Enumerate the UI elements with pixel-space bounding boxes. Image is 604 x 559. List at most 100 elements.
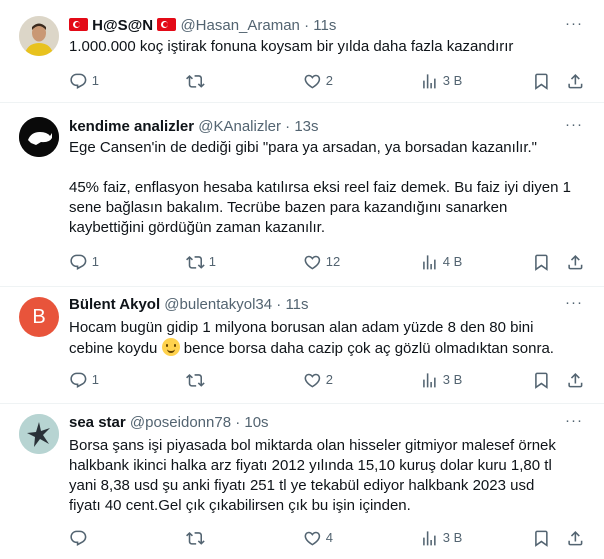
views-icon xyxy=(420,371,439,390)
avatar[interactable] xyxy=(19,16,59,56)
timestamp[interactable]: 11s xyxy=(313,17,336,34)
bookmark-button[interactable] xyxy=(532,528,551,548)
smile-emoji-icon xyxy=(161,338,180,356)
reply-icon xyxy=(69,371,88,390)
tweet-text-line: sene bağlasın bakalım. Tecrübe bazen par… xyxy=(69,199,508,216)
more-icon[interactable]: ··· xyxy=(564,413,584,434)
views-button[interactable]: 3 B xyxy=(420,71,462,91)
tweet-text-line: Borsa şans işi piyasada bol miktarda ola… xyxy=(69,437,556,454)
tweet[interactable]: kendime analizler @KAnalizler · 13s ··· … xyxy=(0,103,604,287)
bookmark-icon xyxy=(532,371,551,390)
share-button[interactable] xyxy=(566,370,585,390)
share-button[interactable] xyxy=(566,252,585,272)
retweet-button[interactable]: 1 xyxy=(186,252,216,272)
retweet-button[interactable] xyxy=(186,71,209,91)
display-name[interactable]: kendime analizler xyxy=(69,118,194,135)
tweet-text: Borsa şans işi piyasada bol miktarda ola… xyxy=(69,436,574,516)
display-name[interactable]: H@S@N xyxy=(92,17,153,34)
retweet-icon xyxy=(186,253,205,272)
tweet[interactable]: B Bülent Akyol @bulentakyol34 · 11s ··· … xyxy=(0,287,604,404)
handle[interactable]: @bulentakyol34 xyxy=(164,296,272,313)
like-icon xyxy=(303,371,322,390)
reply-button[interactable]: 1 xyxy=(69,252,99,272)
tweet-header: sea star @poseidonn78 · 10s xyxy=(69,413,564,433)
retweet-button[interactable] xyxy=(186,370,209,390)
timestamp[interactable]: 11s xyxy=(285,296,308,313)
avatar-bull-logo xyxy=(19,117,59,157)
more-icon[interactable]: ··· xyxy=(564,117,584,138)
handle[interactable]: @KAnalizler xyxy=(198,118,281,135)
share-icon xyxy=(566,72,585,91)
like-button[interactable]: 4 xyxy=(303,528,333,548)
views-count: 3 B xyxy=(442,372,463,387)
reply-button[interactable] xyxy=(69,528,92,548)
views-icon xyxy=(420,253,439,272)
turkey-flag-icon xyxy=(69,18,88,31)
retweet-button[interactable] xyxy=(186,528,209,548)
display-name[interactable]: sea star xyxy=(69,414,126,431)
views-count: 4 B xyxy=(442,254,463,269)
more-icon[interactable]: ··· xyxy=(564,295,584,316)
tweet-text-line: cebine koydu bence borsa daha cazip çok … xyxy=(69,338,574,359)
retweet-icon xyxy=(186,371,205,390)
share-button[interactable] xyxy=(566,71,585,91)
bookmark-button[interactable] xyxy=(532,370,551,390)
like-button[interactable]: 2 xyxy=(303,71,333,91)
handle[interactable]: @Hasan_Araman xyxy=(180,17,299,34)
bookmark-icon xyxy=(532,72,551,91)
retweet-count: 1 xyxy=(208,254,216,269)
tweet[interactable]: H@S@N @Hasan_Araman · 11s ··· 1.000.000 … xyxy=(0,0,604,103)
avatar[interactable] xyxy=(19,117,59,157)
tweet-header: H@S@N @Hasan_Araman · 11s xyxy=(69,16,564,36)
action-bar: 1 2 3 B xyxy=(69,71,589,91)
more-icon[interactable]: ··· xyxy=(564,16,584,37)
avatar[interactable] xyxy=(19,414,59,454)
like-count: 12 xyxy=(325,254,341,269)
share-icon xyxy=(566,253,585,272)
views-count: 3 B xyxy=(442,530,463,545)
share-button[interactable] xyxy=(566,528,585,548)
tweet-text-line: Hocam bugün gidip 1 milyona borusan alan… xyxy=(69,319,534,336)
avatar-photo xyxy=(19,16,59,56)
reply-count: 1 xyxy=(91,73,99,88)
tweet-text-line: halkbank ikinci halka arz fiyatı 2012 yı… xyxy=(69,457,552,474)
bookmark-icon xyxy=(532,253,551,272)
views-button[interactable]: 3 B xyxy=(420,528,462,548)
reply-count: 1 xyxy=(91,372,99,387)
retweet-icon xyxy=(186,529,205,548)
timestamp[interactable]: 13s xyxy=(294,118,318,135)
tweet-text-fragment: bence borsa daha cazip çok aç gözlü olma… xyxy=(179,340,554,357)
reply-count: 1 xyxy=(91,254,99,269)
tweet-header: Bülent Akyol @bulentakyol34 · 11s xyxy=(69,295,564,315)
action-bar: 4 3 B xyxy=(69,528,589,548)
like-button[interactable]: 12 xyxy=(303,252,340,272)
like-count: 4 xyxy=(325,530,333,545)
turkey-flag-icon xyxy=(157,18,177,31)
tweet[interactable]: sea star @poseidonn78 · 10s ··· Borsa şa… xyxy=(0,404,604,559)
views-button[interactable]: 4 B xyxy=(420,252,462,272)
tweet-text-line: 1.000.000 koç iştirak fonuna koysam bir … xyxy=(69,38,514,55)
handle[interactable]: @poseidonn78 xyxy=(130,414,231,431)
separator-dot: · xyxy=(276,296,282,313)
tweet-text-line: kaybettiğini gördüğün zaman kazanılır. xyxy=(69,219,325,236)
bookmark-button[interactable] xyxy=(532,252,551,272)
reply-button[interactable]: 1 xyxy=(69,71,99,91)
display-name[interactable]: Bülent Akyol xyxy=(69,296,160,313)
avatar[interactable]: B xyxy=(19,297,59,337)
bookmark-button[interactable] xyxy=(532,71,551,91)
reply-icon xyxy=(69,529,88,548)
reply-button[interactable]: 1 xyxy=(69,370,99,390)
tweet-text: Hocam bugün gidip 1 milyona borusan alan… xyxy=(69,318,574,359)
views-count: 3 B xyxy=(442,73,463,88)
timestamp[interactable]: 10s xyxy=(244,414,268,431)
views-button[interactable]: 3 B xyxy=(420,370,462,390)
reply-icon xyxy=(69,253,88,272)
reply-icon xyxy=(69,72,88,91)
like-icon xyxy=(303,253,322,272)
like-button[interactable]: 2 xyxy=(303,370,333,390)
separator-dot: · xyxy=(285,118,291,135)
separator-dot: · xyxy=(304,17,310,34)
like-icon xyxy=(303,529,322,548)
like-icon xyxy=(303,72,322,91)
tweet-text-line: yani 8,38 usd şu anki fiyatı 251 tl ye t… xyxy=(69,477,535,494)
